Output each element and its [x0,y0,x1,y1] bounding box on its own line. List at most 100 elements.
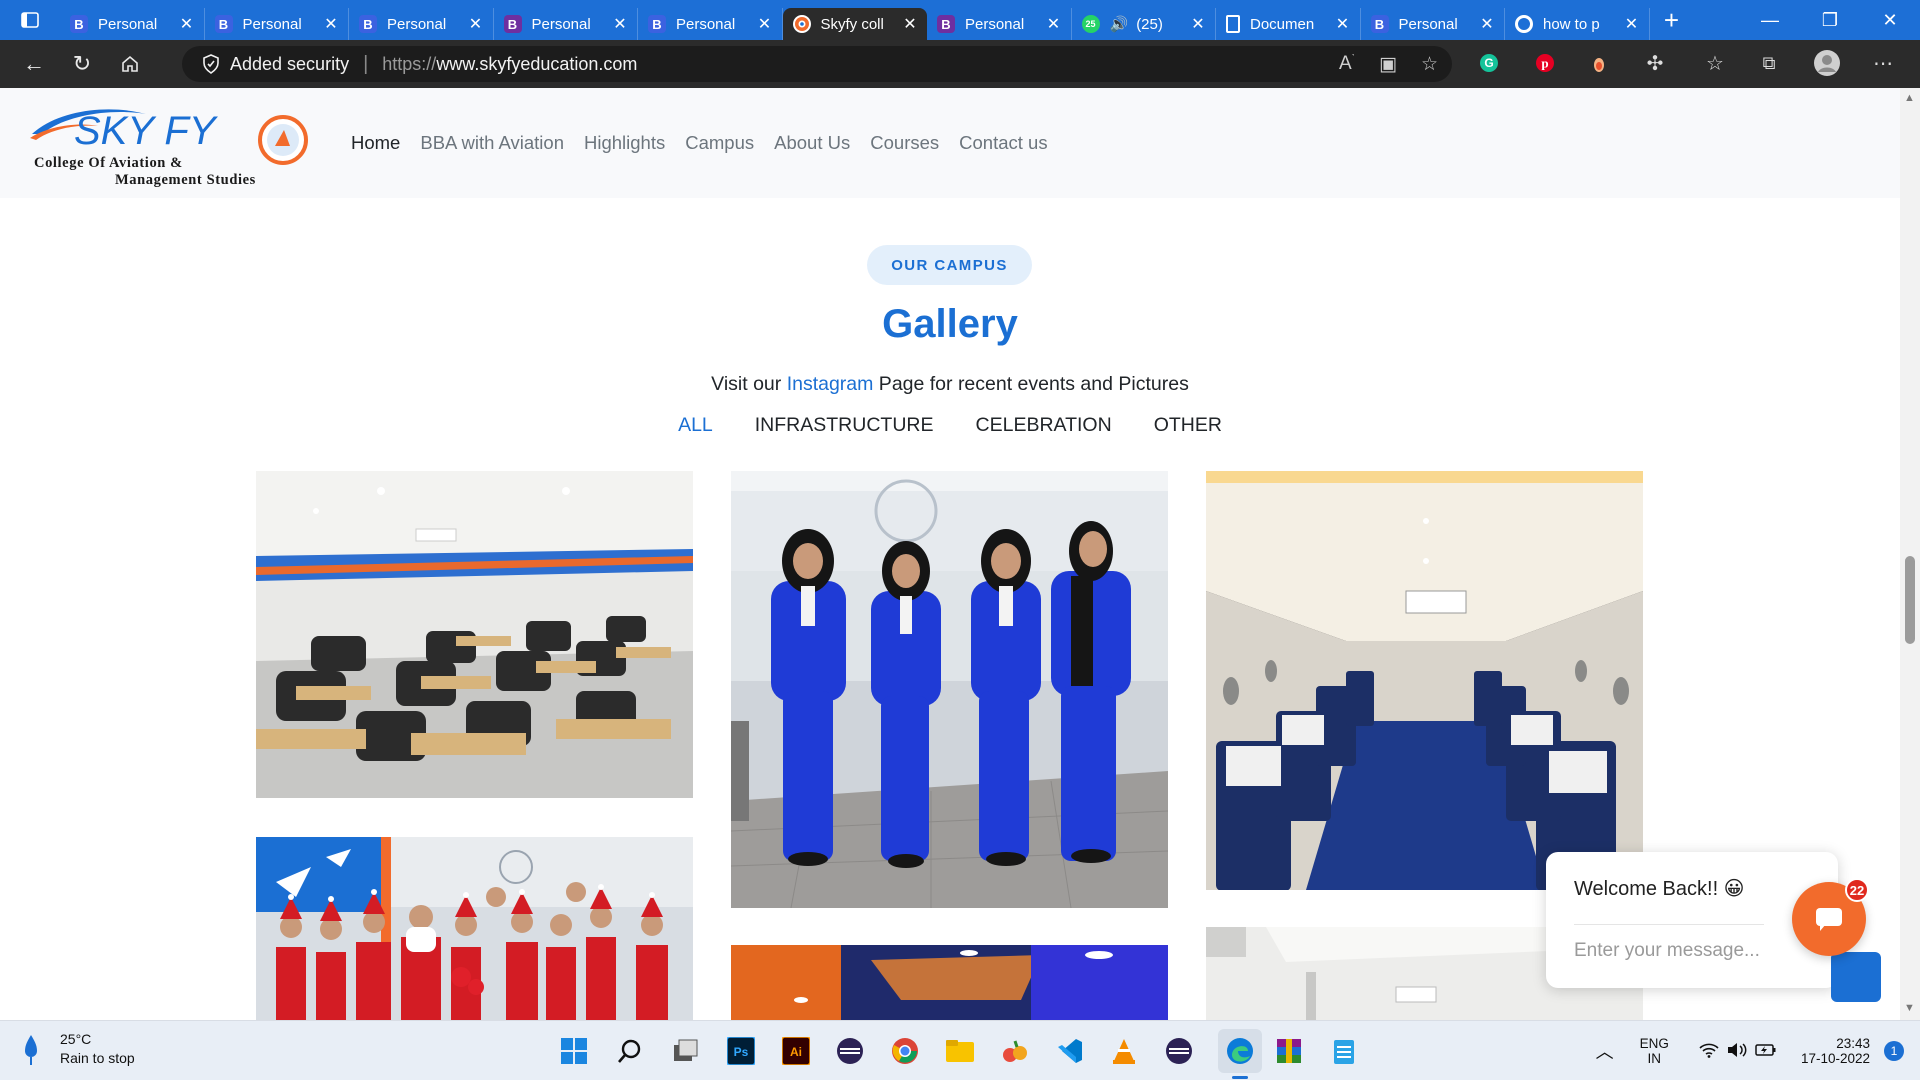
app-fruit-icon[interactable] [999,1035,1031,1067]
favorites-icon[interactable]: ☆ [1700,48,1730,78]
new-tab-button[interactable]: + [1650,0,1694,40]
scroll-thumb[interactable] [1905,556,1915,644]
refresh-button[interactable]: ↻ [60,42,104,86]
nav-about-us[interactable]: About Us [774,132,850,154]
speaker-icon[interactable]: 🔊 [1110,15,1129,33]
file-explorer-icon[interactable] [944,1035,976,1067]
close-tab-icon[interactable]: ✕ [469,14,483,34]
back-button[interactable]: ← [12,42,56,86]
close-tab-icon[interactable]: ✕ [903,14,917,34]
close-tab-icon[interactable]: ✕ [1191,14,1205,34]
close-tab-icon[interactable]: ✕ [613,14,627,34]
browser-tab-active[interactable]: Skyfy coll ✕ [782,8,927,40]
browser-tab[interactable]: Documen ✕ [1216,8,1361,40]
search-icon[interactable] [614,1035,646,1067]
add-favorite-icon[interactable]: ☆ [1421,53,1438,76]
close-tab-icon[interactable]: ✕ [180,14,194,34]
notepad-icon[interactable] [1328,1035,1360,1067]
grammarly-icon[interactable]: G [1474,48,1504,78]
home-button[interactable] [108,42,152,86]
instagram-link[interactable]: Instagram [787,373,874,395]
collections-icon[interactable]: ⧉ [1754,48,1784,78]
url-protocol[interactable]: https:// [382,54,436,75]
illustrator-icon[interactable]: Ai [780,1035,812,1067]
chat-divider [1574,924,1764,925]
tab-actions-menu-icon[interactable] [0,0,60,40]
read-aloud-icon[interactable]: Aˋ [1339,53,1355,76]
browser-tab[interactable]: how to p ✕ [1505,8,1650,40]
scroll-up-icon[interactable]: ▲ [1904,92,1915,104]
clock[interactable]: 23:43 17-10-2022 [1801,1036,1870,1066]
edge-icon[interactable] [1218,1029,1262,1073]
photoshop-icon[interactable]: Ps [725,1035,757,1067]
filter-infrastructure[interactable]: INFRASTRUCTURE [755,414,934,437]
chrome-icon[interactable] [889,1035,921,1067]
browser-tab[interactable]: B Personal ✕ [1361,8,1505,40]
page-scrollbar[interactable]: ▲ ▼ [1900,88,1920,1020]
immersive-reader-icon[interactable]: ▣ [1379,53,1397,76]
close-tab-icon[interactable]: ✕ [1625,14,1639,34]
restore-button[interactable]: ❐ [1800,0,1860,40]
more-options-icon[interactable]: ⋯ [1868,48,1898,78]
close-tab-icon[interactable]: ✕ [1047,14,1061,34]
security-label[interactable]: Added security [230,54,349,75]
notification-badge[interactable]: 1 [1884,1041,1904,1061]
students-in-blue-suits-photo[interactable] [731,471,1168,908]
pinterest-icon[interactable]: p [1530,48,1560,78]
nav-bba-aviation[interactable]: BBA with Aviation [420,132,564,154]
extensions-icon[interactable]: ✣ [1640,48,1670,78]
nav-home[interactable]: Home [351,132,400,154]
browser-tab[interactable]: 25 🔊 (25) ✕ [1072,8,1216,40]
chat-message-input[interactable] [1574,940,1794,962]
aircraft-cabin-mockup-photo[interactable] [1206,471,1643,890]
home-icon [122,55,138,72]
close-tab-icon[interactable]: ✕ [1336,14,1350,34]
browser-tab[interactable]: B Personal ✕ [494,8,638,40]
weather-widget[interactable]: 25°C Rain to stop [22,1031,135,1067]
lobby-ceiling-photo[interactable] [731,945,1168,1020]
nav-campus[interactable]: Campus [685,132,754,154]
blogger-icon: B [214,15,233,33]
classroom-photo[interactable] [256,471,693,798]
close-tab-icon[interactable]: ✕ [324,14,338,34]
scroll-down-icon[interactable]: ▼ [1904,1002,1915,1014]
minimize-button[interactable]: — [1740,0,1800,40]
profile-avatar[interactable] [1812,48,1842,78]
extension-drop-icon[interactable] [1584,48,1614,78]
browser-tab[interactable]: B Personal ✕ [60,8,205,40]
address-bar-row: ← ↻ Added security | https://www.skyfyed… [0,40,1920,88]
browser-tab[interactable]: B Personal ✕ [927,8,1072,40]
chat-send-button[interactable] [1831,952,1881,1002]
address-bar[interactable]: Added security | https://www.skyfyeducat… [182,46,1452,82]
blogger-purple-icon: B [937,15,955,33]
eclipse-2-icon[interactable] [1163,1035,1195,1067]
winrar-icon[interactable] [1273,1035,1305,1067]
eclipse-icon[interactable] [834,1035,866,1067]
nav-contact-us[interactable]: Contact us [959,132,1047,154]
windows-start-icon[interactable] [558,1035,590,1067]
gallery-subtitle: Visit our Instagram Page for recent even… [711,373,1189,395]
close-tab-icon[interactable]: ✕ [758,14,772,34]
task-view-icon[interactable] [670,1035,702,1067]
blogger-icon: B [359,15,377,33]
filter-other[interactable]: OTHER [1154,414,1222,437]
browser-tab[interactable]: B Personal ✕ [638,8,783,40]
browser-tab[interactable]: B Personal ✕ [349,8,494,40]
nav-highlights[interactable]: Highlights [584,132,665,154]
christmas-celebration-photo[interactable] [256,837,693,1020]
wifi-icon[interactable] [1699,1042,1719,1061]
url-host[interactable]: www.skyfyeducation.com [436,54,637,75]
vscode-icon[interactable] [1054,1035,1086,1067]
nav-courses[interactable]: Courses [870,132,939,154]
filter-celebration[interactable]: CELEBRATION [976,414,1112,437]
language-indicator[interactable]: ENG IN [1640,1036,1669,1066]
chevron-up-icon[interactable]: ︿ [1596,1038,1614,1064]
battery-icon[interactable] [1755,1042,1777,1061]
close-window-button[interactable]: ✕ [1860,0,1920,40]
browser-tab[interactable]: B Personal ✕ [205,8,349,40]
filter-all[interactable]: ALL [678,414,713,437]
close-tab-icon[interactable]: ✕ [1480,14,1494,34]
vlc-icon[interactable] [1108,1035,1140,1067]
skyfy-logo[interactable]: SKY FY College Of Aviation & Management … [28,100,318,192]
volume-icon[interactable] [1727,1042,1747,1061]
